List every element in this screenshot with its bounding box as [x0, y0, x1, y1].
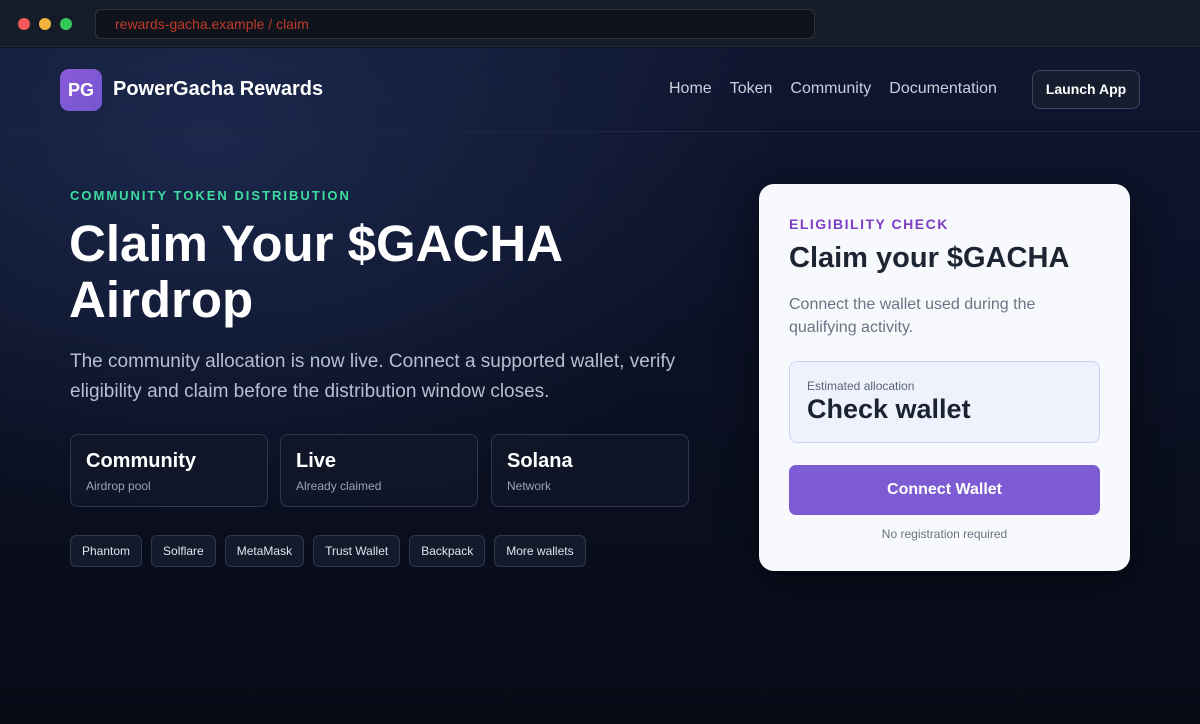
- nav-link-token[interactable]: Token: [730, 80, 773, 98]
- card-eyebrow: ELIGIBILITY CHECK: [789, 216, 949, 232]
- address-bar[interactable]: rewards-gacha.example / claim: [95, 9, 815, 39]
- stat-subtitle: Already claimed: [296, 479, 382, 493]
- stat-title: Live: [296, 450, 337, 472]
- claim-card: ELIGIBILITY CHECK Claim your $GACHA Conn…: [759, 184, 1130, 571]
- allocation-label: Estimated allocation: [807, 379, 915, 393]
- wallet-chip-backpack[interactable]: Backpack: [409, 535, 486, 567]
- top-navbar: PG PowerGacha Rewards Home Token Communi…: [0, 48, 1200, 132]
- nav-link-community[interactable]: Community: [790, 80, 871, 98]
- stat-title: Community: [86, 450, 196, 472]
- page-content: PG PowerGacha Rewards Home Token Communi…: [0, 48, 1200, 724]
- maximize-window-icon[interactable]: [60, 18, 72, 30]
- allocation-value: Check wallet: [807, 394, 971, 424]
- hero-eyebrow: COMMUNITY TOKEN DISTRIBUTION: [70, 188, 351, 203]
- nav-links: Home Token Community Documentation: [669, 80, 997, 98]
- minimize-window-icon[interactable]: [39, 18, 51, 30]
- hero-title: Claim Your $GACHA Airdrop: [69, 215, 562, 328]
- nav-link-documentation[interactable]: Documentation: [889, 80, 997, 98]
- stat-card-status: Live Already claimed: [280, 434, 478, 507]
- close-window-icon[interactable]: [18, 18, 30, 30]
- stat-subtitle: Airdrop pool: [86, 479, 151, 493]
- connect-wallet-button[interactable]: Connect Wallet: [789, 465, 1100, 515]
- card-footnote: No registration required: [881, 527, 1008, 541]
- browser-toolbar: rewards-gacha.example / claim: [0, 0, 1200, 47]
- card-description: Connect the wallet used during the quali…: [789, 296, 1036, 336]
- wallet-chip-metamask[interactable]: MetaMask: [224, 535, 305, 567]
- brand-name[interactable]: PowerGacha Rewards: [113, 78, 323, 101]
- card-title: Claim your $GACHA: [789, 242, 1070, 274]
- nav-link-home[interactable]: Home: [669, 80, 712, 98]
- hero-description: The community allocation is now live. Co…: [70, 351, 676, 402]
- wallet-list: Phantom Solflare MetaMask Trust Wallet B…: [70, 535, 586, 567]
- allocation-box: Estimated allocation Check wallet: [789, 361, 1100, 443]
- launch-app-button[interactable]: Launch App: [1032, 70, 1140, 109]
- wallet-chip-more[interactable]: More wallets: [494, 535, 586, 567]
- stat-card-network: Solana Network: [491, 434, 689, 507]
- wallet-chip-phantom[interactable]: Phantom: [70, 535, 143, 567]
- wallet-chip-trust-wallet[interactable]: Trust Wallet: [313, 535, 401, 567]
- logo-icon[interactable]: PG: [60, 69, 102, 111]
- stat-title: Solana: [507, 450, 573, 472]
- wallet-chip-solflare[interactable]: Solflare: [151, 535, 216, 567]
- stat-card-pool: Community Airdrop pool: [70, 434, 268, 507]
- stat-subtitle: Network: [507, 479, 552, 493]
